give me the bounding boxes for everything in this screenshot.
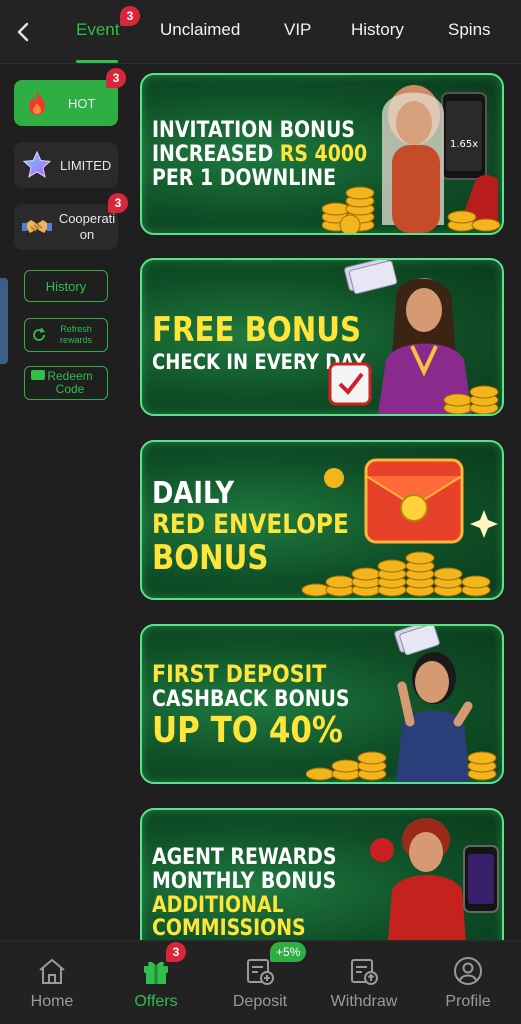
category-limited[interactable]: LIMITED bbox=[14, 142, 118, 188]
side-drawer-handle[interactable] bbox=[0, 278, 8, 364]
banner-5-line-3: ADDITIONAL bbox=[152, 892, 284, 918]
fire-icon bbox=[20, 86, 54, 120]
banner-5-line-2: MONTHLY BONUS bbox=[152, 868, 337, 894]
category-cooperation[interactable]: Cooperati on bbox=[14, 204, 118, 250]
category-hot-badge: 3 bbox=[106, 68, 126, 88]
tab-vip[interactable]: VIP bbox=[284, 20, 311, 40]
nav-withdraw[interactable]: Withdraw bbox=[312, 941, 416, 1024]
category-cooperation-label: Cooperati on bbox=[58, 211, 116, 242]
woman-cash-calendar-illustration bbox=[328, 260, 499, 414]
tab-history[interactable]: History bbox=[351, 20, 404, 40]
category-hot[interactable]: HOT bbox=[14, 80, 118, 126]
nav-offers-badge: 3 bbox=[166, 942, 186, 962]
phone-screen-text: 1.65x bbox=[450, 139, 478, 150]
refresh-rewards-button[interactable]: Refresh rewards bbox=[24, 318, 108, 352]
nav-withdraw-label: Withdraw bbox=[330, 993, 398, 1010]
banner-5-line-1: AGENT REWARDS bbox=[152, 845, 337, 870]
category-limited-label: LIMITED bbox=[60, 157, 112, 173]
nav-deposit-label: Deposit bbox=[232, 993, 288, 1010]
active-tab-indicator bbox=[76, 60, 118, 63]
withdraw-icon bbox=[347, 955, 381, 987]
banner-5-line-4: COMMISSIONS bbox=[152, 916, 306, 942]
nav-profile[interactable]: Profile bbox=[416, 941, 520, 1024]
banner-daily-red-envelope[interactable]: DAILY RED ENVELOPE BONUS bbox=[140, 440, 504, 600]
banner-invitation-bonus[interactable]: INVITATION BONUS INCREASED RS 4000 PER 1… bbox=[140, 73, 504, 235]
woman-cash-coins-illustration bbox=[306, 626, 497, 782]
refresh-icon bbox=[31, 327, 47, 343]
woman-phone-coins-illustration: 1.65x bbox=[322, 85, 501, 233]
home-icon bbox=[35, 955, 69, 987]
banner-first-deposit-cashback[interactable]: FIRST DEPOSIT CASHBACK BONUS UP TO 40% bbox=[140, 624, 504, 784]
refresh-rewards-label: Refresh rewards bbox=[59, 324, 92, 345]
nav-offers-label: Offers bbox=[134, 993, 178, 1010]
history-button[interactable]: History bbox=[24, 270, 108, 302]
redeem-code-label: Redeem Code bbox=[47, 368, 93, 396]
banner-free-bonus[interactable]: FREE BONUS CHECK IN EVERY DAY bbox=[140, 258, 504, 416]
redeem-code-button[interactable]: Redeem Code bbox=[24, 366, 108, 400]
nav-profile-label: Profile bbox=[445, 993, 491, 1010]
bottom-nav: Home Offers Deposit Withdraw Profile bbox=[0, 940, 521, 1024]
banner-5-text: AGENT REWARDS MONTHLY BONUS ADDITIONAL C… bbox=[152, 846, 336, 941]
red-envelope-coins-illustration bbox=[301, 458, 498, 597]
category-cooperation-badge: 3 bbox=[108, 193, 128, 213]
nav-deposit-bonus-badge: +5% bbox=[270, 942, 307, 962]
tab-spins[interactable]: Spins bbox=[448, 20, 491, 40]
category-hot-label: HOT bbox=[68, 95, 96, 111]
tab-event[interactable]: Event bbox=[76, 20, 119, 40]
tab-event-badge: 3 bbox=[120, 6, 140, 26]
star-icon bbox=[20, 148, 54, 182]
profile-icon bbox=[451, 955, 485, 987]
nav-offers[interactable]: Offers bbox=[104, 941, 208, 1024]
nav-home-label: Home bbox=[30, 993, 74, 1010]
top-tab-bar: Event 3 Unclaimed VIP History Spins bbox=[0, 0, 521, 64]
handshake-icon bbox=[20, 210, 54, 244]
back-arrow-icon[interactable] bbox=[12, 20, 36, 44]
tab-unclaimed[interactable]: Unclaimed bbox=[160, 20, 240, 40]
ticket-icon bbox=[31, 370, 45, 380]
nav-home[interactable]: Home bbox=[0, 941, 104, 1024]
